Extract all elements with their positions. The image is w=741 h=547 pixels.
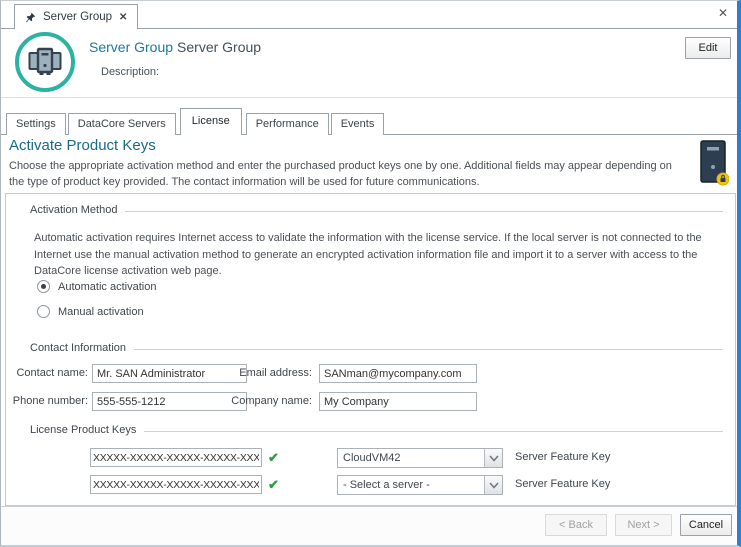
doc-tab-label: Server Group xyxy=(43,11,112,23)
contact-row: Contact name: Email address: xyxy=(6,364,735,383)
activation-panel: Activation Method Automatic activation r… xyxy=(5,193,736,506)
radio-automatic-activation[interactable]: Automatic activation xyxy=(37,280,156,293)
page-title: Server GroupServer Group xyxy=(89,39,261,55)
page-heading: Activate Product Keys xyxy=(9,137,156,154)
next-button[interactable]: Next > xyxy=(615,514,672,536)
server-select-value: - Select a server - xyxy=(338,479,484,491)
title-group-type: Server Group xyxy=(89,39,173,55)
license-lock-server-icon xyxy=(697,139,729,187)
key-valid-check-icon: ✔ xyxy=(268,477,279,493)
section-rule xyxy=(125,211,723,212)
section-rule xyxy=(144,431,723,432)
chevron-down-icon[interactable] xyxy=(484,449,502,467)
doc-tab-close-icon[interactable]: ✕ xyxy=(119,12,127,23)
server-group-window: Server Group ✕ ✕ Server GroupServer Grou… xyxy=(0,0,741,547)
contact-name-field[interactable] xyxy=(92,364,247,383)
section-contact-information: Contact Information xyxy=(30,342,723,354)
product-key-field[interactable] xyxy=(90,475,262,494)
email-address-label: Email address: xyxy=(228,367,312,379)
page-intro-text: Choose the appropriate activation method… xyxy=(9,159,685,191)
back-button[interactable]: < Back xyxy=(545,514,607,536)
section-tab-bar: Settings DataCore Servers License Perfor… xyxy=(1,108,737,135)
server-select[interactable]: - Select a server - xyxy=(337,475,503,495)
phone-number-field[interactable] xyxy=(92,392,247,411)
panel-close-icon[interactable]: ✕ xyxy=(718,7,728,19)
product-key-field[interactable] xyxy=(90,448,262,467)
section-label: Contact Information xyxy=(30,342,126,354)
section-activation-method: Activation Method xyxy=(30,204,723,216)
section-license-product-keys: License Product Keys xyxy=(30,424,723,436)
section-rule xyxy=(134,349,723,350)
key-valid-check-icon: ✔ xyxy=(268,450,279,466)
email-address-field[interactable] xyxy=(319,364,477,383)
contact-row: Phone number: Company name: xyxy=(6,392,735,411)
activation-info-text: Automatic activation requires Internet a… xyxy=(34,230,736,280)
edit-button[interactable]: Edit xyxy=(685,37,731,59)
product-key-row: ✔ - Select a server - Server Feature Key xyxy=(6,475,735,495)
radio-selected-icon[interactable] xyxy=(37,280,50,293)
section-label: License Product Keys xyxy=(30,424,136,436)
title-group-name: Server Group xyxy=(177,39,261,55)
server-group-icon xyxy=(15,32,75,92)
tab-datacore-servers[interactable]: DataCore Servers xyxy=(68,113,176,135)
company-name-field[interactable] xyxy=(319,392,477,411)
chevron-down-icon[interactable] xyxy=(484,476,502,494)
server-select[interactable]: CloudVM42 xyxy=(337,448,503,468)
tab-settings[interactable]: Settings xyxy=(6,113,66,135)
contact-name-label: Contact name: xyxy=(6,367,88,379)
cancel-button[interactable]: Cancel xyxy=(680,514,732,536)
phone-number-label: Phone number: xyxy=(6,395,88,407)
section-label: Activation Method xyxy=(30,204,117,216)
radio-unselected-icon[interactable] xyxy=(37,305,50,318)
document-tab-strip: Server Group ✕ ✕ xyxy=(1,1,737,29)
wizard-footer: < Back Next > Cancel xyxy=(1,506,737,545)
key-type-label: Server Feature Key xyxy=(515,478,610,490)
key-type-label: Server Feature Key xyxy=(515,451,610,463)
pushpin-icon xyxy=(25,12,36,23)
tab-performance[interactable]: Performance xyxy=(246,113,329,135)
description-label: Description: xyxy=(101,66,159,78)
radio-label: Manual activation xyxy=(58,306,144,318)
product-key-row: ✔ CloudVM42 Server Feature Key xyxy=(6,448,735,468)
tab-license[interactable]: License xyxy=(180,108,242,135)
server-select-value: CloudVM42 xyxy=(338,452,484,464)
company-name-label: Company name: xyxy=(228,395,312,407)
group-header: Server GroupServer Group Description: Ed… xyxy=(1,29,737,98)
tab-events[interactable]: Events xyxy=(331,113,385,135)
radio-manual-activation[interactable]: Manual activation xyxy=(37,305,144,318)
doc-tab-server-group[interactable]: Server Group ✕ xyxy=(14,4,138,29)
license-page-head: Activate Product Keys Choose the appropr… xyxy=(1,135,737,193)
radio-label: Automatic activation xyxy=(58,281,156,293)
